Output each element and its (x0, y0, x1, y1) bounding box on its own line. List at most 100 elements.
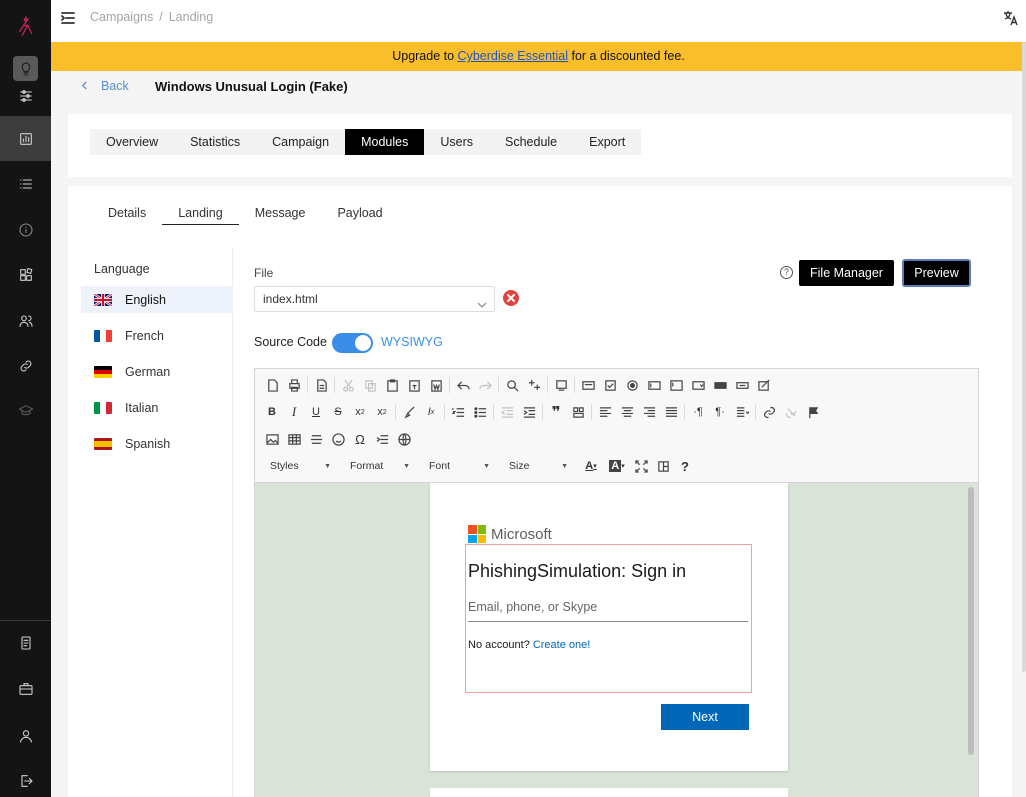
tab-overview[interactable]: Overview (90, 129, 174, 155)
subtab-payload[interactable]: Payload (321, 206, 398, 226)
link-icon[interactable] (0, 348, 51, 384)
tab-campaign[interactable]: Campaign (256, 129, 345, 155)
document-icon[interactable] (0, 625, 51, 661)
info-icon[interactable] (0, 212, 51, 248)
find-icon[interactable] (501, 374, 523, 396)
page-break-icon[interactable] (371, 428, 393, 450)
copy-format-icon[interactable] (398, 401, 420, 423)
special-char-icon[interactable]: Ω (349, 428, 371, 450)
help-editor-icon[interactable]: ? (674, 455, 696, 477)
outdent-icon[interactable] (496, 401, 518, 423)
blockquote-icon[interactable]: ❞ (545, 401, 567, 423)
superscript-icon[interactable]: x2 (371, 401, 393, 423)
users-icon[interactable] (0, 303, 51, 339)
horizontal-line-icon[interactable] (305, 428, 327, 450)
unlink-icon[interactable] (780, 401, 802, 423)
language-item-italian[interactable]: Italian (81, 394, 233, 421)
page-scrollbar[interactable] (1022, 42, 1026, 672)
ltr-icon[interactable]: ·¶ (687, 401, 709, 423)
templates-icon[interactable] (310, 374, 332, 396)
underline-icon[interactable]: U (305, 401, 327, 423)
cut-icon[interactable] (337, 374, 359, 396)
paste-word-icon[interactable] (425, 374, 447, 396)
radio-icon[interactable] (621, 374, 643, 396)
anchor-flag-icon[interactable] (802, 401, 824, 423)
select-all-icon[interactable] (550, 374, 572, 396)
modules-icon[interactable] (0, 257, 51, 293)
language-item-spanish[interactable]: Spanish (81, 430, 233, 457)
tab-statistics[interactable]: Statistics (174, 129, 256, 155)
clear-file-icon[interactable] (503, 290, 519, 306)
source-mode-toggle[interactable] (332, 333, 373, 353)
image-icon[interactable] (261, 428, 283, 450)
format-dropdown[interactable]: Format ▼ (341, 456, 416, 476)
font-dropdown[interactable]: Font ▼ (420, 456, 496, 476)
language-menu-icon[interactable] (731, 401, 753, 423)
language-item-french[interactable]: French (81, 322, 233, 349)
sliders-icon[interactable] (0, 78, 51, 114)
file-select[interactable]: index.html (254, 286, 495, 312)
profile-icon[interactable] (0, 718, 51, 754)
logout-icon[interactable] (0, 763, 51, 797)
campaigns-chart-icon[interactable] (0, 117, 51, 161)
table-icon[interactable] (283, 428, 305, 450)
background-color-icon[interactable]: A ▾ (604, 455, 630, 477)
create-account-link[interactable]: Create one! (533, 639, 590, 651)
strikethrough-icon[interactable]: S (327, 401, 349, 423)
editor-scrollbar[interactable] (968, 487, 974, 755)
size-dropdown[interactable]: Size ▼ (500, 456, 574, 476)
hidden-field-icon[interactable] (753, 374, 775, 396)
link-insert-icon[interactable] (758, 401, 780, 423)
signin-email-input[interactable]: Email, phone, or Skype (468, 600, 748, 622)
print-icon[interactable] (283, 374, 305, 396)
language-item-english[interactable]: English (81, 286, 233, 313)
rtl-icon[interactable]: ¶· (709, 401, 731, 423)
text-field-icon[interactable] (643, 374, 665, 396)
smiley-icon[interactable] (327, 428, 349, 450)
tab-schedule[interactable]: Schedule (489, 129, 573, 155)
menu-toggle-icon[interactable] (61, 11, 75, 25)
briefcase-icon[interactable] (0, 671, 51, 707)
breadcrumb-campaigns[interactable]: Campaigns (90, 10, 153, 24)
editor-canvas[interactable]: Microsoft PhishingSimulation: Sign in Em… (255, 483, 978, 797)
tab-users[interactable]: Users (424, 129, 489, 155)
select-field-icon[interactable] (687, 374, 709, 396)
replace-icon[interactable] (523, 374, 545, 396)
copy-icon[interactable] (359, 374, 381, 396)
undo-icon[interactable] (452, 374, 474, 396)
redo-icon[interactable] (474, 374, 496, 396)
numbered-list-icon[interactable] (447, 401, 469, 423)
language-item-german[interactable]: German (81, 358, 233, 385)
indent-icon[interactable] (518, 401, 540, 423)
preview-button[interactable]: Preview (902, 259, 971, 287)
align-right-icon[interactable] (638, 401, 660, 423)
tab-export[interactable]: Export (573, 129, 641, 155)
bold-icon[interactable]: B (261, 401, 283, 423)
subtab-details[interactable]: Details (92, 206, 162, 226)
styles-dropdown[interactable]: Styles ▼ (261, 456, 337, 476)
button-field-icon[interactable] (709, 374, 731, 396)
subscript-icon[interactable]: x2 (349, 401, 371, 423)
maximize-icon[interactable] (630, 455, 652, 477)
align-left-icon[interactable] (594, 401, 616, 423)
remove-format-icon[interactable]: Ix (420, 401, 442, 423)
align-center-icon[interactable] (616, 401, 638, 423)
bulleted-list-icon[interactable] (469, 401, 491, 423)
banner-upgrade-link[interactable]: Cyberdise Essential (458, 49, 568, 63)
justify-icon[interactable] (660, 401, 682, 423)
show-blocks-icon[interactable] (652, 455, 674, 477)
paste-text-icon[interactable] (403, 374, 425, 396)
checkbox-icon[interactable] (599, 374, 621, 396)
italic-icon[interactable]: I (283, 401, 305, 423)
back-button[interactable]: Back (80, 79, 129, 93)
text-color-icon[interactable]: A ▾ (578, 455, 604, 477)
new-page-icon[interactable] (261, 374, 283, 396)
form-icon[interactable] (577, 374, 599, 396)
list-icon[interactable] (0, 166, 51, 202)
subtab-landing[interactable]: Landing (162, 206, 239, 225)
subtab-message[interactable]: Message (239, 206, 322, 226)
paste-icon[interactable] (381, 374, 403, 396)
logo-icon[interactable] (0, 6, 51, 46)
file-manager-button[interactable]: File Manager (799, 260, 894, 286)
help-icon[interactable]: ? (780, 266, 793, 279)
